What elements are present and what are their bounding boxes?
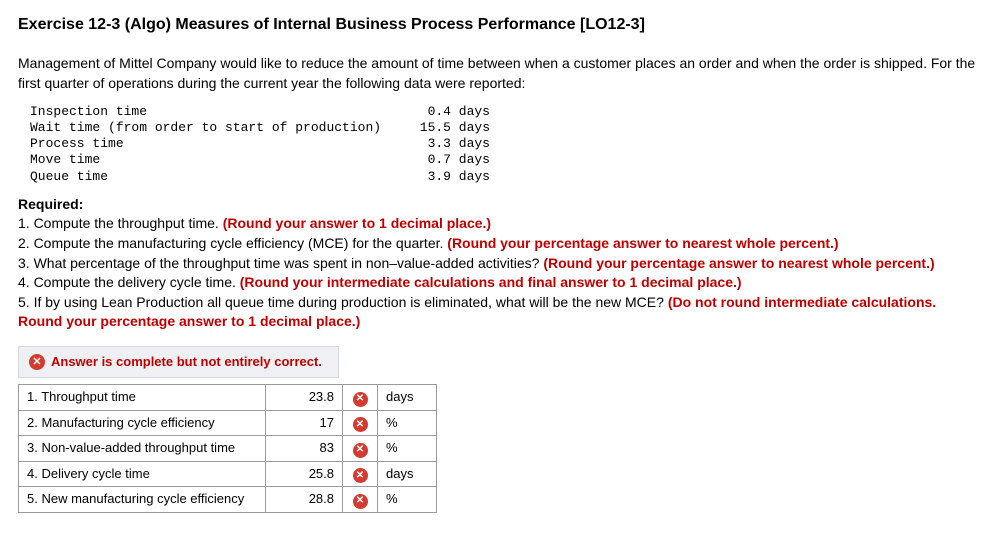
data-label: Move time (30, 152, 410, 168)
requirement-text: 3. What percentage of the throughput tim… (18, 255, 543, 271)
answer-unit: % (378, 410, 437, 436)
required-heading: Required: (18, 195, 983, 215)
wrong-icon: ✕ (353, 417, 368, 432)
requirement-hint: (Round your answer to 1 decimal place.) (223, 215, 491, 231)
requirement-hint: (Round your percentage answer to nearest… (543, 255, 934, 271)
answer-mark-cell: ✕ (343, 436, 378, 462)
answer-label: 2. Manufacturing cycle efficiency (19, 410, 266, 436)
table-row: 4. Delivery cycle time25.8 ✕ days (19, 461, 437, 487)
data-label: Process time (30, 136, 410, 152)
data-row: Process time3.3 days (30, 136, 983, 152)
requirement-text: 1. Compute the throughput time. (18, 215, 223, 231)
table-row: 5. New manufacturing cycle efficiency28.… (19, 487, 437, 513)
answer-label: 1. Throughput time (19, 385, 266, 411)
answer-mark-cell: ✕ (343, 487, 378, 513)
answer-unit: % (378, 487, 437, 513)
data-value: 0.4 days (410, 104, 490, 120)
answer-unit: % (378, 436, 437, 462)
table-row: 2. Manufacturing cycle efficiency17 ✕% (19, 410, 437, 436)
answer-value[interactable]: 83 (266, 436, 343, 462)
exercise-title: Exercise 12-3 (Algo) Measures of Interna… (18, 14, 983, 36)
answer-mark-cell: ✕ (343, 410, 378, 436)
answer-value[interactable]: 17 (266, 410, 343, 436)
data-row: Queue time3.9 days (30, 169, 983, 185)
data-label: Inspection time (30, 104, 410, 120)
data-value: 15.5 days (410, 120, 490, 136)
answer-value[interactable]: 28.8 (266, 487, 343, 513)
intro-paragraph: Management of Mittel Company would like … (18, 54, 983, 93)
answer-label: 5. New manufacturing cycle efficiency (19, 487, 266, 513)
data-table: Inspection time0.4 daysWait time (from o… (30, 104, 983, 185)
answer-unit: days (378, 461, 437, 487)
data-row: Wait time (from order to start of produc… (30, 120, 983, 136)
requirement-item: 1. Compute the throughput time. (Round y… (18, 214, 983, 234)
answer-value[interactable]: 23.8 (266, 385, 343, 411)
banner-text: Answer is complete but not entirely corr… (51, 353, 322, 371)
requirement-item: 3. What percentage of the throughput tim… (18, 254, 983, 274)
requirement-item: 4. Compute the delivery cycle time. (Rou… (18, 273, 983, 293)
table-row: 1. Throughput time23.8 ✕ days (19, 385, 437, 411)
data-row: Inspection time0.4 days (30, 104, 983, 120)
requirement-item: 2. Compute the manufacturing cycle effic… (18, 234, 983, 254)
data-label: Queue time (30, 169, 410, 185)
wrong-icon: ✕ (29, 354, 45, 370)
data-value: 0.7 days (410, 152, 490, 168)
answer-unit: days (378, 385, 437, 411)
requirements-list: 1. Compute the throughput time. (Round y… (18, 214, 983, 332)
answer-mark-cell: ✕ (343, 461, 378, 487)
requirement-hint: (Round your percentage answer to nearest… (447, 235, 838, 251)
requirement-item: 5. If by using Lean Production all queue… (18, 293, 983, 332)
data-value: 3.9 days (410, 169, 490, 185)
answer-mark-cell: ✕ (343, 385, 378, 411)
requirement-hint: (Round your intermediate calculations an… (240, 274, 742, 290)
wrong-icon: ✕ (353, 443, 368, 458)
answer-value[interactable]: 25.8 (266, 461, 343, 487)
answers-table: 1. Throughput time23.8✕days2. Manufactur… (18, 384, 437, 513)
requirement-text: 4. Compute the delivery cycle time. (18, 274, 240, 290)
answer-label: 3. Non-value-added throughput time (19, 436, 266, 462)
data-row: Move time0.7 days (30, 152, 983, 168)
wrong-icon: ✕ (353, 392, 368, 407)
answer-status-banner: ✕ Answer is complete but not entirely co… (18, 346, 339, 378)
table-row: 3. Non-value-added throughput time83 ✕% (19, 436, 437, 462)
answer-label: 4. Delivery cycle time (19, 461, 266, 487)
data-label: Wait time (from order to start of produc… (30, 120, 410, 136)
requirement-text: 2. Compute the manufacturing cycle effic… (18, 235, 447, 251)
wrong-icon: ✕ (353, 468, 368, 483)
wrong-icon: ✕ (353, 494, 368, 509)
data-value: 3.3 days (410, 136, 490, 152)
requirement-text: 5. If by using Lean Production all queue… (18, 294, 668, 310)
